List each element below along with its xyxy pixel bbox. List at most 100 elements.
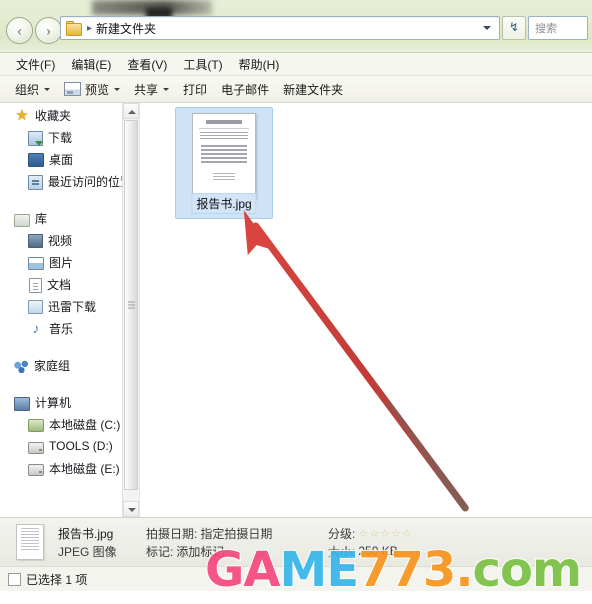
sidebar-label-pictures: 图片 [49, 255, 74, 270]
explorer-window: ‹ › ▸ 新建文件夹 ↯ 搜索 文件(F) 编辑(E) 查看(V) 工具(T)… [0, 0, 592, 604]
toolbar-print-button[interactable]: 打印 [176, 78, 214, 101]
selection-icon [8, 572, 21, 586]
title-bar: ‹ › ▸ 新建文件夹 ↯ 搜索 [0, 0, 592, 53]
command-toolbar: 组织 预览 共享 打印 电子邮件 新建文件夹 [0, 76, 592, 103]
details-file-name: 报告书.jpg [58, 526, 114, 541]
toolbar-share-button[interactable]: 共享 [127, 78, 176, 101]
refresh-button[interactable]: ↯ [502, 16, 526, 40]
breadcrumb-current-folder[interactable]: 新建文件夹 [96, 20, 156, 37]
sidebar-label-homegroup: 家庭组 [34, 359, 71, 373]
sidebar-scrollbar[interactable] [122, 103, 139, 517]
file-item[interactable]: 报告书.jpg [175, 107, 273, 219]
sidebar-item-videos[interactable]: 视频 [0, 229, 139, 251]
sidebar-item-homegroup[interactable]: 家庭组 [0, 355, 139, 376]
details-column-rating: 分级: ☆☆☆☆☆ 大小: 250 KB [328, 524, 448, 560]
scrollbar-thumb[interactable] [124, 120, 138, 490]
rating-stars-icon[interactable]: ☆☆☆☆☆ [358, 527, 412, 540]
forward-button[interactable]: › [35, 17, 62, 44]
toolbar-new-folder-button[interactable]: 新建文件夹 [276, 78, 350, 101]
toolbar-preview-button[interactable]: 预览 [57, 78, 127, 101]
details-tags-value[interactable]: 添加标记 [176, 543, 224, 560]
breadcrumb-separator-icon: ▸ [87, 22, 93, 34]
nav-group-libraries: 库 视频 图片 文档 迅雷下载 ♪ 音乐 [0, 208, 139, 339]
desktop-icon [28, 153, 44, 167]
details-column-name: 报告书.jpg JPEG 图像 [58, 524, 146, 560]
system-drive-icon [28, 419, 44, 432]
menu-file[interactable]: 文件(F) [8, 54, 63, 75]
sidebar-label-downloads: 下载 [48, 130, 73, 145]
details-size-value: 250 KB [358, 544, 398, 558]
toolbar-organize-label: 组织 [15, 82, 40, 97]
address-dropdown-icon[interactable] [481, 17, 493, 39]
search-placeholder: 搜索 [535, 23, 557, 35]
chevron-down-icon [44, 87, 51, 91]
thumb-text-lines [200, 132, 248, 139]
sidebar-label-recent-places: 最近访问的位置 [48, 174, 133, 189]
back-button[interactable]: ‹ [6, 17, 33, 44]
toolbar-organize-button[interactable]: 组织 [8, 78, 57, 101]
menu-bar: 文件(F) 编辑(E) 查看(V) 工具(T) 帮助(H) [0, 53, 592, 76]
sidebar-item-pictures[interactable]: 图片 [0, 251, 139, 273]
address-bar[interactable]: ▸ 新建文件夹 [60, 16, 500, 40]
details-date-value[interactable]: 指定拍摄日期 [200, 525, 272, 542]
sidebar-label-xunlei-download: 迅雷下载 [48, 299, 97, 314]
sidebar-label-music: 音乐 [49, 321, 74, 336]
details-column-date: 拍摄日期: 指定拍摄日期 标记: 添加标记 [146, 524, 328, 560]
details-file-type: JPEG 图像 [58, 544, 117, 559]
sidebar-item-recent-places[interactable]: 最近访问的位置 [0, 170, 139, 192]
picture-icon [28, 257, 44, 270]
video-icon [28, 234, 43, 248]
back-icon: ‹ [17, 23, 22, 38]
computer-icon [14, 396, 30, 411]
details-rating-label: 分级: [328, 526, 356, 541]
homegroup-icon [14, 360, 29, 373]
sidebar-label-documents: 文档 [47, 277, 72, 292]
sidebar-item-computer[interactable]: 计算机 [0, 392, 139, 413]
toolbar-print-label: 打印 [183, 82, 208, 97]
toolbar-email-label: 电子邮件 [221, 82, 270, 97]
sidebar-item-drive-e[interactable]: 本地磁盘 (E:) [0, 457, 139, 479]
sidebar-item-documents[interactable]: 文档 [0, 273, 139, 295]
star-icon: ★ [15, 106, 29, 124]
details-columns: 报告书.jpg JPEG 图像 拍摄日期: 指定拍摄日期 标记: 添加标记 分级 [58, 524, 592, 560]
details-date-label: 拍摄日期: [146, 526, 198, 541]
recent-places-icon [28, 174, 43, 190]
forward-icon: › [46, 23, 51, 38]
scroll-down-icon[interactable] [123, 501, 139, 517]
navigation-pane: ★ 收藏夹 下载 桌面 最近访问的位置 库 视频 图片 文档 迅雷下载 ♪ 音乐… [0, 103, 140, 517]
sidebar-item-drive-c[interactable]: 本地磁盘 (C:) [0, 413, 139, 435]
menu-tools[interactable]: 工具(T) [175, 54, 230, 75]
sidebar-item-favorites[interactable]: ★ 收藏夹 [0, 105, 139, 126]
menu-help[interactable]: 帮助(H) [231, 54, 288, 75]
toolbar-preview-label: 预览 [85, 82, 110, 97]
menu-view[interactable]: 查看(V) [119, 54, 175, 75]
xunlei-icon [28, 300, 43, 314]
sidebar-label-desktop: 桌面 [49, 152, 74, 167]
sidebar-label-drive-c: 本地磁盘 (C:) [49, 417, 121, 432]
scroll-up-icon[interactable] [123, 103, 139, 119]
chevron-down-icon [163, 87, 170, 91]
sidebar-item-music[interactable]: ♪ 音乐 [0, 317, 139, 339]
download-icon [28, 130, 43, 146]
thumb-paragraph-block [201, 145, 247, 163]
status-text: 已选择 1 项 [26, 572, 88, 587]
search-box[interactable]: 搜索 [528, 16, 588, 40]
sidebar-item-desktop[interactable]: 桌面 [0, 148, 139, 170]
music-icon: ♪ [32, 320, 40, 336]
sidebar-item-drive-d[interactable]: TOOLS (D:) [0, 435, 139, 457]
details-tags-label: 标记: [146, 544, 174, 559]
menu-edit[interactable]: 编辑(E) [63, 54, 119, 75]
preview-icon [64, 82, 82, 96]
file-list-pane[interactable]: 报告书.jpg [140, 103, 592, 517]
main-area: ★ 收藏夹 下载 桌面 最近访问的位置 库 视频 图片 文档 迅雷下载 ♪ 音乐… [0, 103, 592, 517]
file-name-label[interactable]: 报告书.jpg [191, 193, 257, 214]
toolbar-email-button[interactable]: 电子邮件 [214, 78, 276, 101]
sidebar-item-libraries[interactable]: 库 [0, 208, 139, 229]
folder-icon [66, 21, 82, 36]
sidebar-item-downloads[interactable]: 下载 [0, 126, 139, 148]
sidebar-label-videos: 视频 [48, 233, 73, 248]
sidebar-item-xunlei-download[interactable]: 迅雷下载 [0, 295, 139, 317]
nav-group-homegroup: 家庭组 [0, 355, 139, 376]
